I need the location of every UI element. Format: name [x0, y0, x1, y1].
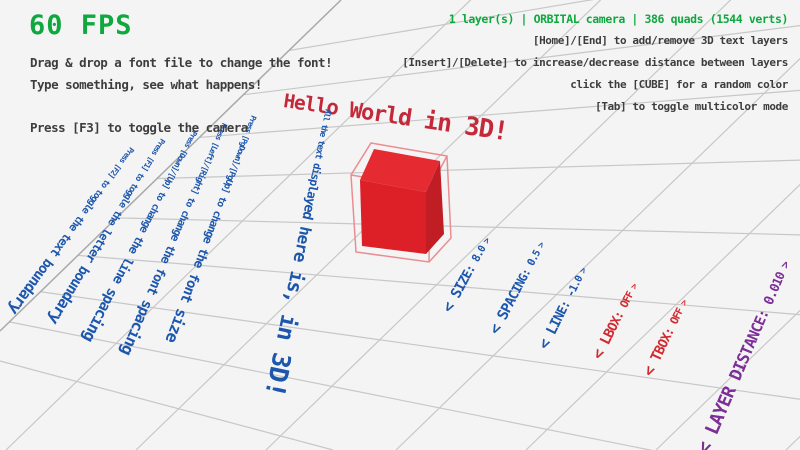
- hint-multicolor: [Tab] to toggle multicolor mode: [402, 96, 788, 118]
- fps-counter: 60 FPS: [29, 10, 133, 41]
- render-stats: 1 layer(s) | ORBITAL camera | 386 quads …: [402, 8, 788, 30]
- hud-right-panel: 1 layer(s) | ORBITAL camera | 386 quads …: [402, 8, 788, 118]
- hint-cube-color: click the [CUBE] for a random color: [402, 74, 788, 96]
- hint-type: Type something, see what happens!: [30, 77, 262, 92]
- hint-layer-distance: [Insert]/[Delete] to increase/decrease d…: [402, 52, 788, 74]
- hint-toggle-camera: Press [F3] to toggle the camera: [30, 120, 248, 135]
- hint-drag-drop: Drag & drop a font file to change the fo…: [30, 55, 332, 70]
- cube[interactable]: [360, 149, 444, 254]
- font-demo-canvas: Hello World in 3D!All the text displayed…: [0, 0, 800, 450]
- hint-layers: [Home]/[End] to add/remove 3D text layer…: [402, 30, 788, 52]
